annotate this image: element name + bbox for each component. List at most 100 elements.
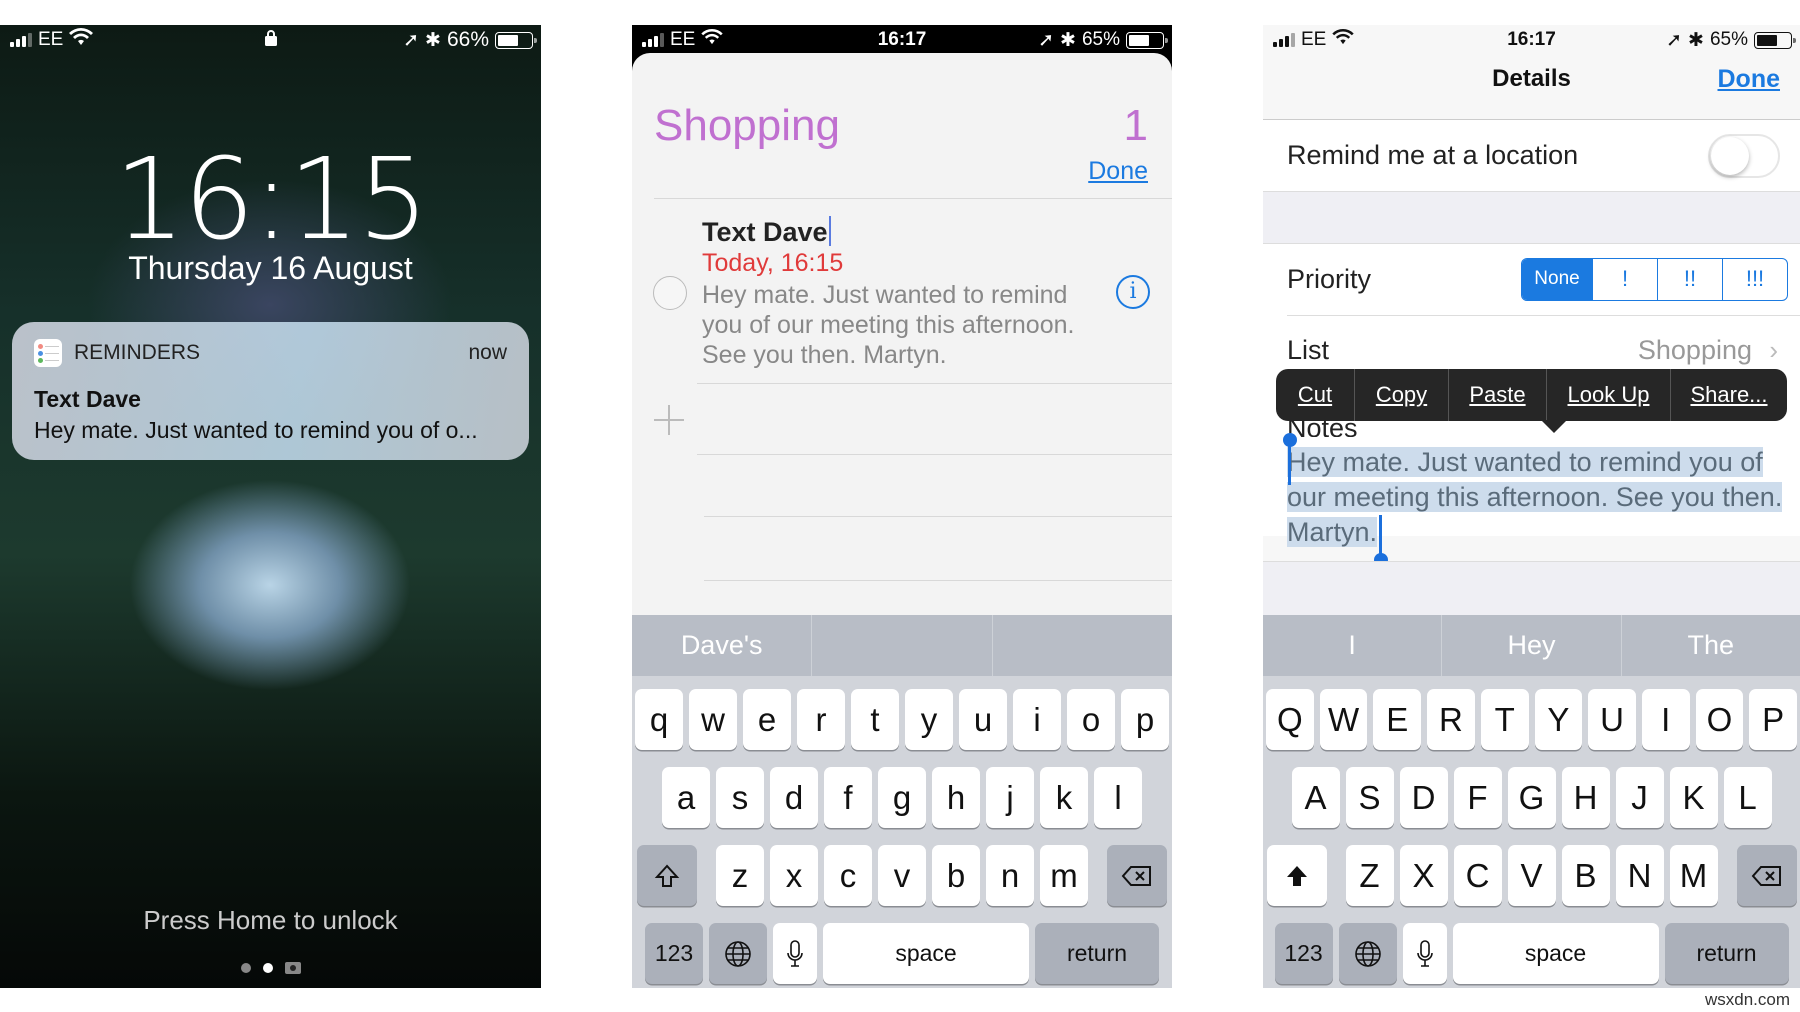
key-row-3: ZXCVBNM — [1263, 845, 1800, 906]
key-j[interactable]: J — [1615, 767, 1664, 828]
key-e[interactable]: E — [1373, 689, 1422, 750]
key-u[interactable]: u — [959, 689, 1007, 750]
key-r[interactable]: R — [1427, 689, 1475, 750]
prediction-2[interactable] — [812, 615, 993, 676]
key-m[interactable]: m — [1040, 845, 1088, 906]
return-key[interactable]: return — [1035, 923, 1159, 984]
prediction-1[interactable]: Dave's — [632, 615, 813, 676]
shift-key-active[interactable] — [1266, 845, 1327, 906]
key-s[interactable]: s — [716, 767, 764, 828]
battery-percent: 65% — [1709, 29, 1748, 50]
key-c[interactable]: c — [824, 845, 872, 906]
priority-medium[interactable]: !! — [1657, 259, 1722, 300]
key-p[interactable]: p — [1121, 689, 1169, 750]
key-x[interactable]: x — [770, 845, 818, 906]
add-reminder-icon[interactable] — [654, 405, 684, 435]
key-b[interactable]: b — [932, 845, 980, 906]
key-w[interactable]: w — [689, 689, 737, 750]
menu-copy[interactable]: Copy — [1354, 369, 1448, 421]
key-z[interactable]: Z — [1345, 845, 1394, 906]
priority-low[interactable]: ! — [1592, 259, 1657, 300]
key-d[interactable]: d — [770, 767, 818, 828]
space-key[interactable]: space — [1452, 923, 1659, 984]
key-h[interactable]: h — [932, 767, 980, 828]
done-button[interactable]: Done — [1718, 65, 1781, 94]
key-q[interactable]: Q — [1265, 689, 1314, 750]
watermark: wsxdn.com — [1704, 990, 1790, 1009]
menu-paste[interactable]: Paste — [1448, 369, 1546, 421]
key-r[interactable]: r — [797, 689, 845, 750]
menu-cut[interactable]: Cut — [1276, 369, 1354, 421]
done-button[interactable]: Done — [1088, 157, 1148, 186]
camera-icon[interactable] — [284, 962, 301, 974]
selection-end-bar — [1379, 515, 1382, 555]
menu-look-up[interactable]: Look Up — [1546, 369, 1670, 421]
info-icon[interactable]: i — [1116, 275, 1150, 309]
numbers-key[interactable]: 123 — [1274, 923, 1333, 984]
key-i[interactable]: I — [1641, 689, 1690, 750]
key-v[interactable]: v — [878, 845, 926, 906]
reminder-notification[interactable]: REMINDERS now Text Dave Hey mate. Just w… — [12, 322, 529, 460]
key-u[interactable]: U — [1588, 689, 1636, 750]
key-k[interactable]: k — [1040, 767, 1088, 828]
key-p[interactable]: P — [1749, 689, 1798, 750]
key-f[interactable]: F — [1453, 767, 1502, 828]
status-bar: EE 16:17 ➚ ✱ 65% — [632, 25, 1172, 55]
key-v[interactable]: V — [1507, 845, 1556, 906]
key-m[interactable]: M — [1669, 845, 1718, 906]
key-h[interactable]: H — [1561, 767, 1610, 828]
globe-key[interactable] — [1338, 923, 1397, 984]
key-e[interactable]: e — [743, 689, 791, 750]
priority-none[interactable]: None — [1522, 259, 1592, 300]
key-j[interactable]: j — [986, 767, 1034, 828]
key-row-2: ASDFGHJKL — [1263, 767, 1800, 828]
key-t[interactable]: T — [1480, 689, 1529, 750]
key-y[interactable]: y — [905, 689, 953, 750]
key-c[interactable]: C — [1453, 845, 1502, 906]
prediction-3[interactable]: The — [1622, 615, 1800, 676]
key-o[interactable]: O — [1695, 689, 1744, 750]
reminder-title-input[interactable]: Text Dave — [702, 216, 831, 248]
key-g[interactable]: G — [1507, 767, 1556, 828]
key-w[interactable]: W — [1319, 689, 1368, 750]
menu-share[interactable]: Share... — [1670, 369, 1787, 421]
prediction-2[interactable]: Hey — [1442, 615, 1622, 676]
key-b[interactable]: B — [1561, 845, 1610, 906]
space-key[interactable]: space — [823, 923, 1029, 984]
prediction-1[interactable]: I — [1263, 615, 1443, 676]
key-z[interactable]: z — [716, 845, 764, 906]
key-f[interactable]: f — [824, 767, 872, 828]
microphone-key[interactable] — [773, 923, 817, 984]
key-n[interactable]: N — [1615, 845, 1664, 906]
numbers-key[interactable]: 123 — [645, 923, 703, 984]
complete-checkbox[interactable] — [653, 276, 687, 310]
backspace-key[interactable] — [1736, 845, 1797, 906]
return-key[interactable]: return — [1664, 923, 1789, 984]
key-a[interactable]: A — [1291, 767, 1340, 828]
key-l[interactable]: L — [1723, 767, 1772, 828]
key-t[interactable]: t — [851, 689, 899, 750]
location-toggle[interactable] — [1708, 134, 1780, 178]
backspace-key[interactable] — [1107, 845, 1167, 906]
key-x[interactable]: X — [1399, 845, 1448, 906]
key-s[interactable]: S — [1345, 767, 1394, 828]
key-i[interactable]: i — [1013, 689, 1061, 750]
key-n[interactable]: n — [986, 845, 1034, 906]
divider — [697, 383, 1172, 384]
key-y[interactable]: Y — [1534, 689, 1583, 750]
key-g[interactable]: g — [878, 767, 926, 828]
key-a[interactable]: a — [662, 767, 710, 828]
key-q[interactable]: q — [635, 689, 683, 750]
key-d[interactable]: D — [1399, 767, 1448, 828]
notes-textarea[interactable]: Hey mate. Just wanted to remind you of o… — [1287, 445, 1793, 550]
notification-app-name: REMINDERS — [74, 341, 201, 364]
key-o[interactable]: o — [1067, 689, 1115, 750]
globe-key[interactable] — [709, 923, 767, 984]
reminder-due: Today, 16:15 — [702, 249, 844, 277]
priority-high[interactable]: !!! — [1722, 259, 1787, 300]
key-l[interactable]: l — [1094, 767, 1142, 828]
key-k[interactable]: K — [1669, 767, 1718, 828]
microphone-key[interactable] — [1402, 923, 1447, 984]
prediction-3[interactable] — [993, 615, 1172, 676]
shift-key[interactable] — [637, 845, 697, 906]
